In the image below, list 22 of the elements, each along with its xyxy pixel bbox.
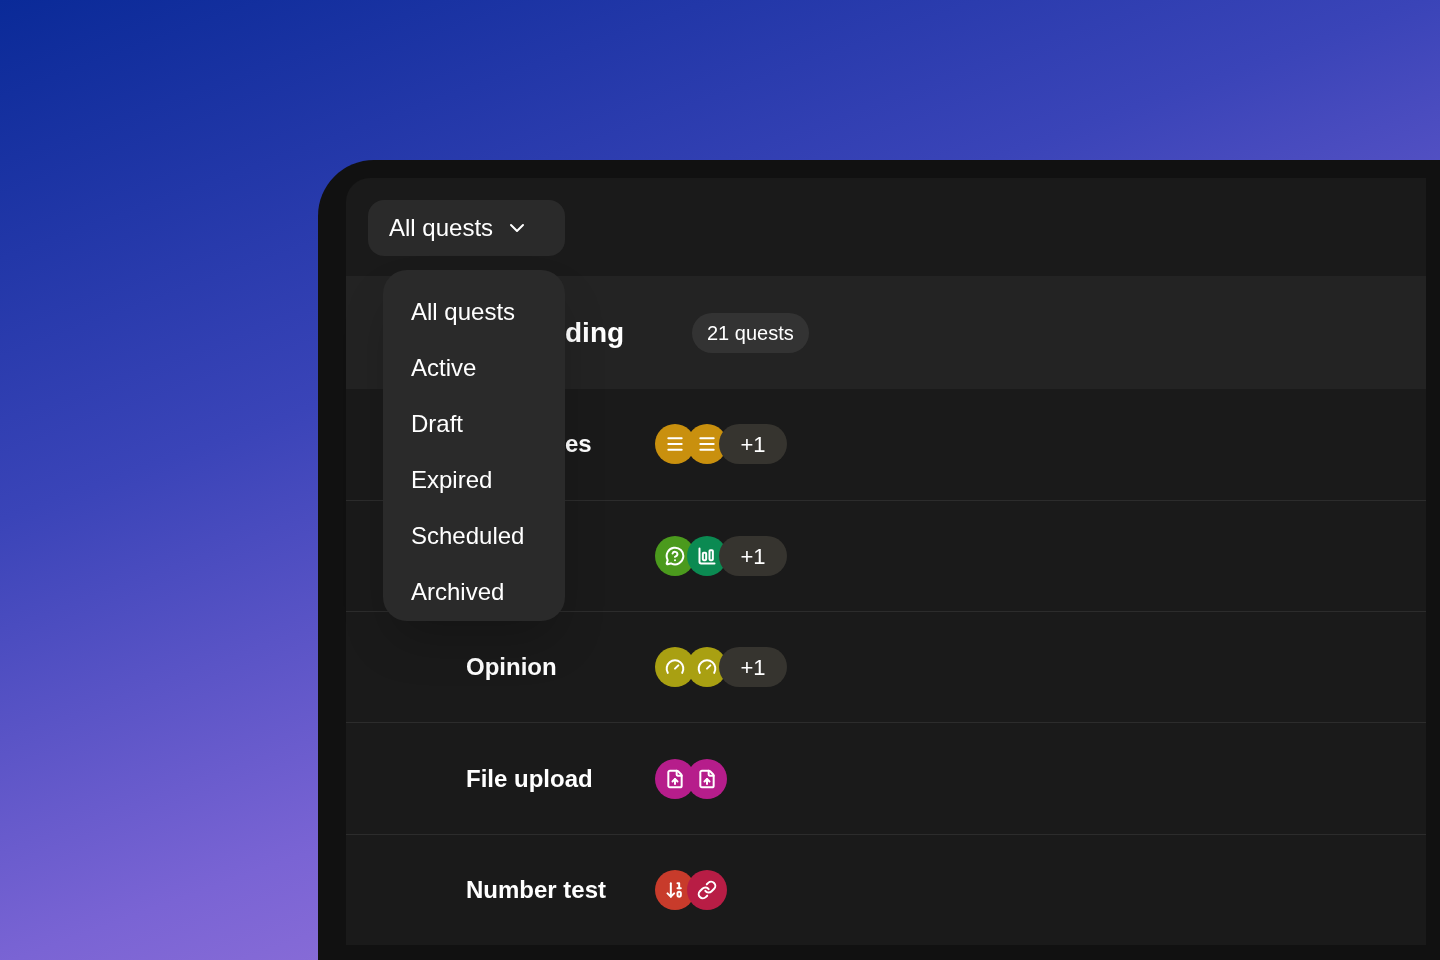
dropdown-item[interactable]: All quests	[411, 284, 565, 340]
more-count: +1	[719, 536, 787, 577]
filter-dropdown-button[interactable]: All quests	[368, 200, 565, 256]
link-icon	[697, 879, 717, 900]
quest-count: 21 quests	[692, 312, 809, 353]
dropdown-item[interactable]: Scheduled	[411, 508, 565, 564]
question-bubble-icon	[665, 546, 685, 567]
category-name: es	[565, 430, 592, 458]
dropdown-item[interactable]: Draft	[411, 396, 565, 452]
category-name: Opinion	[466, 653, 557, 681]
bar-chart-icon	[697, 546, 717, 567]
category-name: Number test	[466, 875, 607, 903]
more-count: +1	[719, 647, 787, 688]
dropdown-item[interactable]: Active	[411, 340, 565, 396]
more-count: +1	[719, 424, 787, 465]
sort-numbers-icon	[665, 879, 685, 900]
dropdown-item[interactable]: Expired	[411, 452, 565, 508]
group-title: ding	[565, 315, 626, 350]
category-name: File upload	[466, 764, 593, 792]
dropdown-item[interactable]: Archived	[411, 564, 565, 620]
file-upload-icon	[697, 768, 717, 789]
file-upload-icon	[665, 768, 685, 789]
